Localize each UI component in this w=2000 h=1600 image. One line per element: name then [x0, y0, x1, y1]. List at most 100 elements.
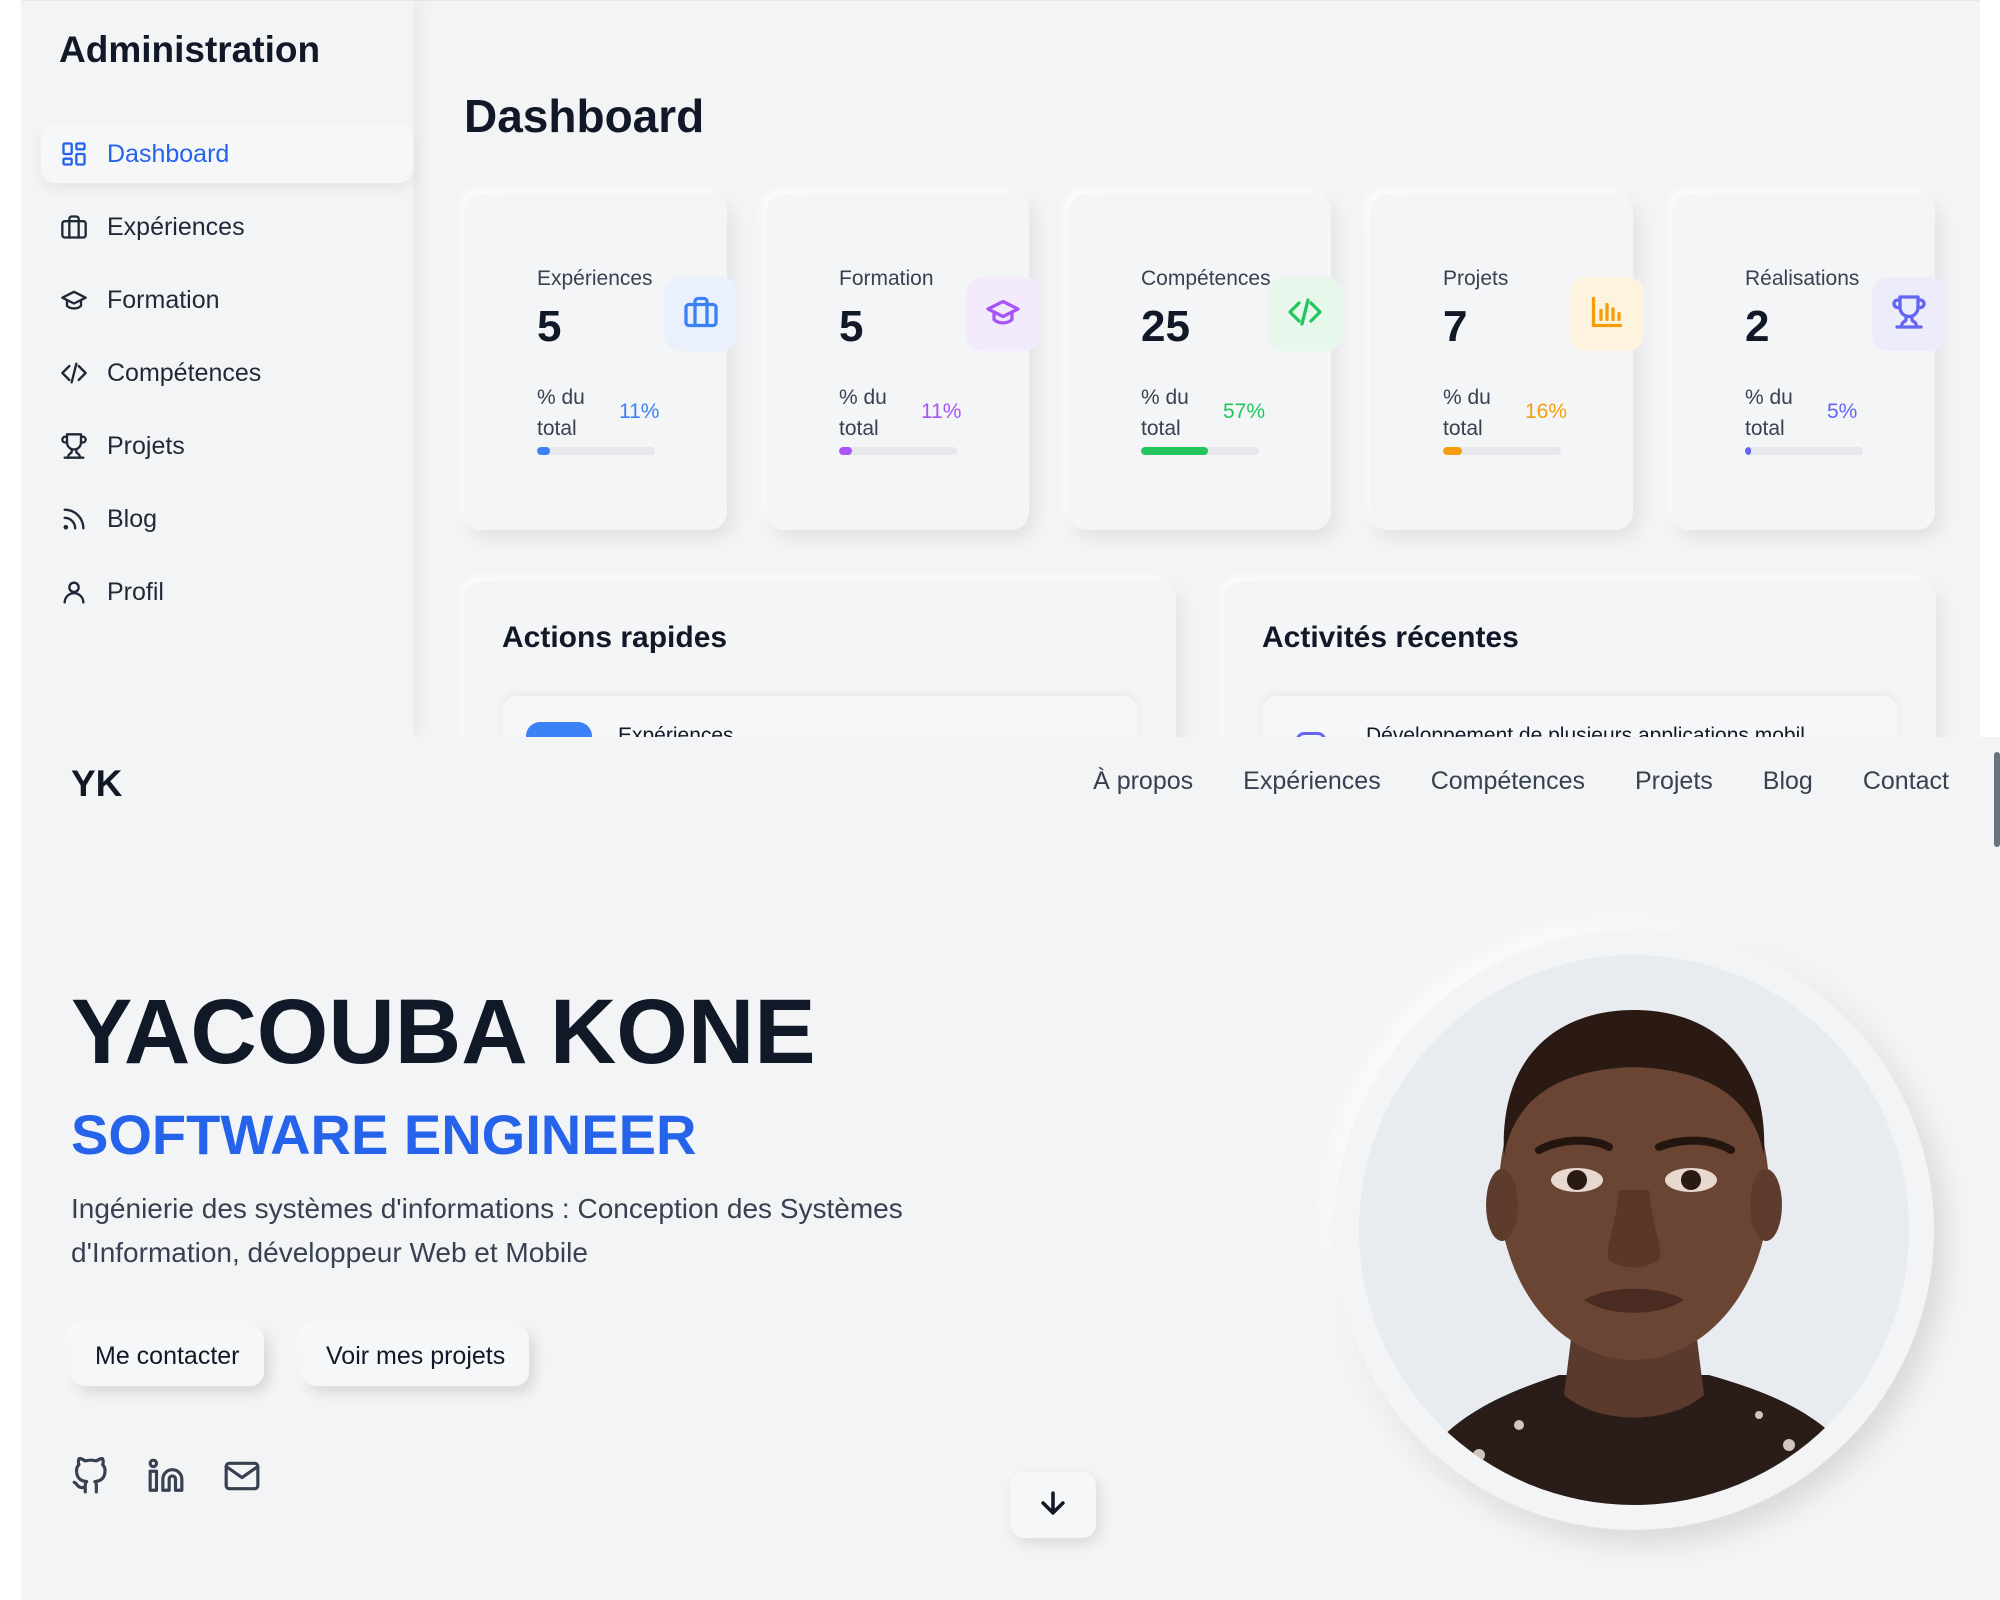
nav-link-blog[interactable]: Blog [1763, 767, 1813, 796]
site-logo[interactable]: YK [71, 763, 122, 805]
hero-description: Ingénierie des systèmes d'informations :… [71, 1193, 903, 1268]
code-icon [59, 358, 89, 388]
recent-activity-item[interactable]: Développement de plusieurs applications … [1262, 696, 1898, 737]
admin-sidebar: Administration Dashboard Expériences For… [21, 1, 414, 737]
scroll-down-button[interactable] [1010, 1472, 1096, 1538]
contact-button[interactable]: Me contacter [71, 1326, 264, 1386]
stat-value: 5 [839, 302, 864, 351]
sidebar-nav: Dashboard Expériences Formation Compéten… [41, 125, 413, 636]
stat-progress-bar [1443, 447, 1561, 455]
stat-progress-fill [839, 447, 852, 455]
sidebar-item-label: Profil [107, 577, 164, 606]
sidebar-item-label: Formation [107, 285, 220, 314]
sidebar-item-experiences[interactable]: Expériences [41, 198, 413, 256]
stat-progress-fill [537, 447, 550, 455]
trophy-icon [59, 431, 89, 461]
hero-name: YACOUBA KONE [71, 981, 816, 1083]
sidebar-item-competences[interactable]: Compétences [41, 344, 413, 402]
graduation-cap-icon [59, 285, 89, 315]
stat-progress-bar [537, 447, 655, 455]
quick-actions-panel: Actions rapides Expériences [464, 581, 1176, 737]
social-links [71, 1457, 261, 1495]
stat-card-experiences[interactable]: Expériences 5 % du total 11% [464, 194, 738, 530]
stat-percent-label: % du total [1141, 386, 1189, 440]
stat-value: 2 [1745, 302, 1770, 351]
github-icon[interactable] [71, 1457, 109, 1495]
stat-value: 5 [537, 302, 562, 351]
stat-icon-box [1268, 277, 1342, 351]
sidebar-title: Administration [59, 29, 321, 70]
stat-progress-fill [1745, 447, 1751, 455]
admin-main: Dashboard Expériences 5 % du total 11% F… [414, 1, 1980, 737]
arrow-down-icon [1036, 1486, 1070, 1525]
sidebar-item-projets[interactable]: Projets [41, 417, 413, 475]
rss-icon [59, 504, 89, 534]
stat-label: Expériences [537, 267, 653, 290]
stat-percent: 16% [1525, 400, 1568, 423]
sidebar-item-label: Blog [107, 504, 158, 533]
bar-chart-icon [1589, 294, 1625, 335]
stat-label: Formation [839, 267, 934, 290]
stat-percent: 5% [1827, 400, 1858, 423]
sidebar-item-label: Compétences [107, 358, 262, 387]
stat-percent: 11% [619, 400, 660, 423]
linkedin-icon[interactable] [147, 1457, 185, 1495]
stat-percent: 57% [1223, 400, 1266, 423]
mail-icon[interactable] [223, 1457, 261, 1495]
briefcase-icon [59, 212, 89, 242]
sidebar-item-label: Dashboard [107, 139, 230, 168]
stat-progress-fill [1443, 447, 1462, 455]
stat-percent-label: % du total [1745, 386, 1793, 440]
user-icon [59, 577, 89, 607]
stat-card-competences[interactable]: Compétences 25 % du total 57% [1068, 194, 1342, 530]
scrollbar-thumb[interactable] [1994, 752, 2000, 847]
stat-icon-box [966, 277, 1040, 351]
recent-activity-title: Activités récentes [1262, 621, 1519, 654]
sidebar-item-formation[interactable]: Formation [41, 271, 413, 329]
nav-link-contact[interactable]: Contact [1863, 767, 1949, 796]
quick-action-item[interactable]: Expériences [502, 696, 1138, 737]
recent-activity-label: Développement de plusieurs applications … [1366, 724, 1805, 737]
stat-card-projets[interactable]: Projets 7 % du total 16% [1370, 194, 1644, 530]
trophy-icon [1891, 294, 1927, 335]
code-icon [1287, 294, 1323, 335]
nav-link-experiences[interactable]: Expériences [1243, 767, 1381, 796]
hero-role: SOFTWARE ENGINEER [71, 1103, 697, 1166]
briefcase-icon [526, 722, 592, 737]
portfolio-screen: YK À propos Expériences Compétences Proj… [21, 737, 2000, 1600]
sidebar-item-label: Projets [107, 431, 185, 460]
sidebar-item-label: Expériences [107, 212, 245, 241]
nav-link-projets[interactable]: Projets [1635, 767, 1713, 796]
stat-progress-fill [1141, 447, 1209, 455]
stat-card-realisations[interactable]: Réalisations 2 % du total 5% [1672, 194, 1946, 530]
stat-value: 25 [1141, 302, 1190, 351]
dashboard-icon [59, 139, 89, 169]
stat-label: Projets [1443, 267, 1509, 290]
stat-label: Compétences [1141, 267, 1271, 290]
profile-photo [1359, 955, 1909, 1505]
top-nav: À propos Expériences Compétences Projets… [1093, 767, 1949, 796]
graduation-cap-icon [985, 294, 1021, 335]
stat-icon-box [1570, 277, 1644, 351]
sidebar-item-dashboard[interactable]: Dashboard [41, 125, 413, 183]
portrait-illustration [1359, 955, 1909, 1505]
stat-progress-bar [1141, 447, 1259, 455]
stat-percent-label: % du total [839, 386, 887, 440]
sidebar-item-blog[interactable]: Blog [41, 490, 413, 548]
nav-link-competences[interactable]: Compétences [1431, 767, 1585, 796]
nav-link-about[interactable]: À propos [1093, 767, 1193, 796]
admin-screen: Administration Dashboard Expériences For… [21, 0, 1980, 737]
stat-icon-box [1872, 277, 1946, 351]
stat-icon-box [664, 277, 738, 351]
sidebar-item-profil[interactable]: Profil [41, 563, 413, 621]
quick-actions-title: Actions rapides [502, 621, 728, 654]
stat-value: 7 [1443, 302, 1468, 351]
stat-progress-bar [839, 447, 957, 455]
view-projects-button[interactable]: Voir mes projets [302, 1326, 530, 1386]
stat-card-formation[interactable]: Formation 5 % du total 11% [766, 194, 1040, 530]
page-title: Dashboard [464, 90, 705, 142]
stat-percent-label: % du total [1443, 386, 1491, 440]
stat-progress-bar [1745, 447, 1863, 455]
stat-percent: 11% [921, 400, 962, 423]
briefcase-icon [683, 294, 719, 335]
